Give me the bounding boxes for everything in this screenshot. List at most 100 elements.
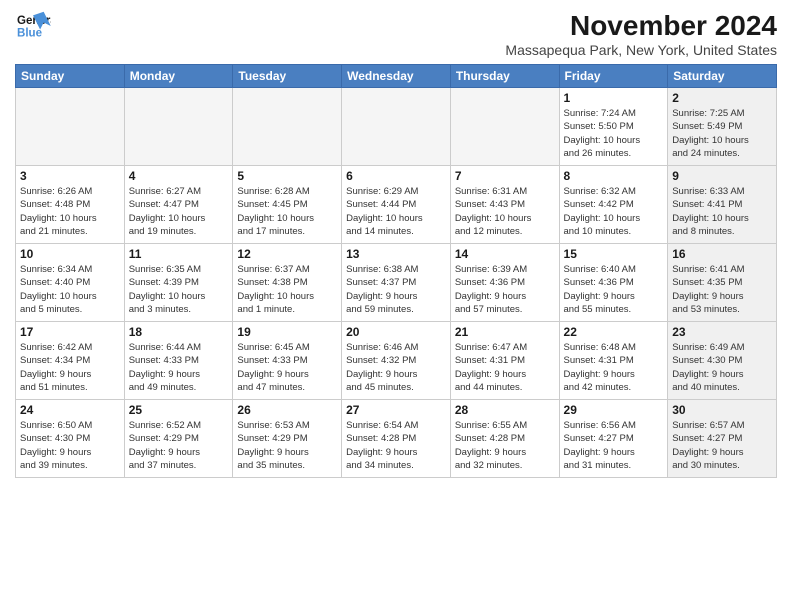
header-sunday: Sunday — [16, 65, 125, 88]
calendar-cell — [233, 88, 342, 166]
calendar-cell: 29 Sunrise: 6:56 AM Sunset: 4:27 PM Dayli… — [559, 400, 668, 478]
header-thursday: Thursday — [450, 65, 559, 88]
day-number: 11 — [129, 247, 229, 261]
day-number: 8 — [564, 169, 664, 183]
day-number: 5 — [237, 169, 337, 183]
calendar-cell: 16Sunrise: 6:41 AM Sunset: 4:35 PM Dayli… — [668, 244, 777, 322]
calendar-cell — [450, 88, 559, 166]
calendar-cell: 22 Sunrise: 6:48 AM Sunset: 4:31 PM Dayli… — [559, 322, 668, 400]
calendar-cell: 13 Sunrise: 6:38 AM Sunset: 4:37 PM Dayli… — [342, 244, 451, 322]
header-wednesday: Wednesday — [342, 65, 451, 88]
day-info: Sunrise: 7:25 AM Sunset: 5:49 PM Dayligh… — [672, 107, 772, 160]
calendar-cell: 2 Sunrise: 7:25 AM Sunset: 5:49 PM Daylig… — [668, 88, 777, 166]
day-number: 29 — [564, 403, 664, 417]
calendar-week-2: 10 Sunrise: 6:34 AM Sunset: 4:40 PM Dayli… — [16, 244, 777, 322]
calendar-cell: 27 Sunrise: 6:54 AM Sunset: 4:28 PM Dayli… — [342, 400, 451, 478]
day-number: 9 — [672, 169, 772, 183]
calendar-cell: 4 Sunrise: 6:27 AM Sunset: 4:47 PM Daylig… — [124, 166, 233, 244]
header-friday: Friday — [559, 65, 668, 88]
day-info: Sunrise: 6:41 AM Sunset: 4:35 PM Dayligh… — [672, 263, 772, 316]
calendar-cell: 25Sunrise: 6:52 AM Sunset: 4:29 PM Dayli… — [124, 400, 233, 478]
header-saturday: Saturday — [668, 65, 777, 88]
day-info: Sunrise: 6:56 AM Sunset: 4:27 PM Dayligh… — [564, 419, 664, 472]
day-info: Sunrise: 7:24 AM Sunset: 5:50 PM Dayligh… — [564, 107, 664, 160]
day-number: 3 — [20, 169, 120, 183]
day-info: Sunrise: 6:35 AM Sunset: 4:39 PM Dayligh… — [129, 263, 229, 316]
day-info: Sunrise: 6:54 AM Sunset: 4:28 PM Dayligh… — [346, 419, 446, 472]
calendar-cell: 14 Sunrise: 6:39 AM Sunset: 4:36 PM Dayli… — [450, 244, 559, 322]
calendar-cell: 26 Sunrise: 6:53 AM Sunset: 4:29 PM Dayli… — [233, 400, 342, 478]
day-info: Sunrise: 6:32 AM Sunset: 4:42 PM Dayligh… — [564, 185, 664, 238]
calendar-cell: 21Sunrise: 6:47 AM Sunset: 4:31 PM Dayli… — [450, 322, 559, 400]
day-info: Sunrise: 6:28 AM Sunset: 4:45 PM Dayligh… — [237, 185, 337, 238]
calendar-cell: 18 Sunrise: 6:44 AM Sunset: 4:33 PM Dayli… — [124, 322, 233, 400]
day-info: Sunrise: 6:38 AM Sunset: 4:37 PM Dayligh… — [346, 263, 446, 316]
header: General Blue November 2024 Massapequa Pa… — [15, 10, 777, 58]
subtitle: Massapequa Park, New York, United States — [505, 42, 777, 58]
day-info: Sunrise: 6:44 AM Sunset: 4:33 PM Dayligh… — [129, 341, 229, 394]
day-info: Sunrise: 6:27 AM Sunset: 4:47 PM Dayligh… — [129, 185, 229, 238]
calendar-cell — [124, 88, 233, 166]
day-number: 26 — [237, 403, 337, 417]
day-info: Sunrise: 6:50 AM Sunset: 4:30 PM Dayligh… — [20, 419, 120, 472]
day-number: 23 — [672, 325, 772, 339]
day-info: Sunrise: 6:46 AM Sunset: 4:32 PM Dayligh… — [346, 341, 446, 394]
calendar-cell: 6Sunrise: 6:29 AM Sunset: 4:44 PM Daylig… — [342, 166, 451, 244]
title-block: November 2024 Massapequa Park, New York,… — [505, 10, 777, 58]
day-number: 22 — [564, 325, 664, 339]
day-number: 25 — [129, 403, 229, 417]
day-number: 27 — [346, 403, 446, 417]
day-number: 13 — [346, 247, 446, 261]
calendar-cell: 11 Sunrise: 6:35 AM Sunset: 4:39 PM Dayli… — [124, 244, 233, 322]
day-info: Sunrise: 6:26 AM Sunset: 4:48 PM Dayligh… — [20, 185, 120, 238]
day-info: Sunrise: 6:40 AM Sunset: 4:36 PM Dayligh… — [564, 263, 664, 316]
calendar-cell: 12Sunrise: 6:37 AM Sunset: 4:38 PM Dayli… — [233, 244, 342, 322]
day-number: 18 — [129, 325, 229, 339]
day-info: Sunrise: 6:33 AM Sunset: 4:41 PM Dayligh… — [672, 185, 772, 238]
calendar-cell: 7 Sunrise: 6:31 AM Sunset: 4:43 PM Daylig… — [450, 166, 559, 244]
main-title: November 2024 — [505, 10, 777, 42]
calendar-cell: 17Sunrise: 6:42 AM Sunset: 4:34 PM Dayli… — [16, 322, 125, 400]
calendar-cell: 3 Sunrise: 6:26 AM Sunset: 4:48 PM Daylig… — [16, 166, 125, 244]
calendar-cell: 5 Sunrise: 6:28 AM Sunset: 4:45 PM Daylig… — [233, 166, 342, 244]
calendar-cell: 24 Sunrise: 6:50 AM Sunset: 4:30 PM Dayli… — [16, 400, 125, 478]
day-number: 7 — [455, 169, 555, 183]
calendar-cell: 19 Sunrise: 6:45 AM Sunset: 4:33 PM Dayli… — [233, 322, 342, 400]
calendar-week-3: 17Sunrise: 6:42 AM Sunset: 4:34 PM Dayli… — [16, 322, 777, 400]
day-info: Sunrise: 6:55 AM Sunset: 4:28 PM Dayligh… — [455, 419, 555, 472]
day-info: Sunrise: 6:42 AM Sunset: 4:34 PM Dayligh… — [20, 341, 120, 394]
day-info: Sunrise: 6:34 AM Sunset: 4:40 PM Dayligh… — [20, 263, 120, 316]
day-number: 1 — [564, 91, 664, 105]
calendar-cell: 9 Sunrise: 6:33 AM Sunset: 4:41 PM Daylig… — [668, 166, 777, 244]
day-info: Sunrise: 6:53 AM Sunset: 4:29 PM Dayligh… — [237, 419, 337, 472]
day-number: 24 — [20, 403, 120, 417]
day-info: Sunrise: 6:31 AM Sunset: 4:43 PM Dayligh… — [455, 185, 555, 238]
calendar-cell: 23Sunrise: 6:49 AM Sunset: 4:30 PM Dayli… — [668, 322, 777, 400]
calendar-week-0: 1 Sunrise: 7:24 AM Sunset: 5:50 PM Daylig… — [16, 88, 777, 166]
day-number: 2 — [672, 91, 772, 105]
day-number: 30 — [672, 403, 772, 417]
day-number: 12 — [237, 247, 337, 261]
day-number: 19 — [237, 325, 337, 339]
header-monday: Monday — [124, 65, 233, 88]
logo-icon: General Blue — [15, 10, 51, 42]
calendar-cell: 28Sunrise: 6:55 AM Sunset: 4:28 PM Dayli… — [450, 400, 559, 478]
calendar-cell: 20Sunrise: 6:46 AM Sunset: 4:32 PM Dayli… — [342, 322, 451, 400]
calendar-header-row: Sunday Monday Tuesday Wednesday Thursday… — [16, 65, 777, 88]
day-info: Sunrise: 6:45 AM Sunset: 4:33 PM Dayligh… — [237, 341, 337, 394]
page: General Blue November 2024 Massapequa Pa… — [0, 0, 792, 612]
logo: General Blue — [15, 10, 51, 42]
day-info: Sunrise: 6:48 AM Sunset: 4:31 PM Dayligh… — [564, 341, 664, 394]
calendar-cell: 15 Sunrise: 6:40 AM Sunset: 4:36 PM Dayli… — [559, 244, 668, 322]
calendar-cell — [16, 88, 125, 166]
calendar-cell: 8 Sunrise: 6:32 AM Sunset: 4:42 PM Daylig… — [559, 166, 668, 244]
day-number: 6 — [346, 169, 446, 183]
calendar-cell: 1 Sunrise: 7:24 AM Sunset: 5:50 PM Daylig… — [559, 88, 668, 166]
day-info: Sunrise: 6:57 AM Sunset: 4:27 PM Dayligh… — [672, 419, 772, 472]
day-number: 14 — [455, 247, 555, 261]
day-number: 4 — [129, 169, 229, 183]
day-number: 15 — [564, 247, 664, 261]
day-info: Sunrise: 6:39 AM Sunset: 4:36 PM Dayligh… — [455, 263, 555, 316]
day-number: 10 — [20, 247, 120, 261]
header-tuesday: Tuesday — [233, 65, 342, 88]
